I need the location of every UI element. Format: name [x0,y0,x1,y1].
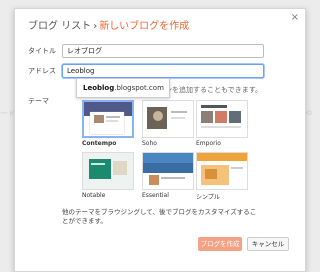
theme-simple[interactable]: シンプル [196,152,248,201]
theme-preview [82,152,134,190]
suggestion-name: Leoblog [83,84,115,92]
address-suggestion[interactable]: Leoblog.blogspot.com [76,78,170,98]
close-icon[interactable]: × [291,12,299,23]
theme-name: Notable [82,192,106,199]
breadcrumb-separator: › [93,21,98,32]
address-hint: インを追加することもできます。 [158,86,263,94]
title-label: タイトル [28,47,56,55]
dialog-title: ブログ リスト › 新しいブログを作成 [28,17,189,32]
theme-preview [82,100,134,138]
address-label: アドレス [28,67,56,75]
theme-name: Essential [142,192,169,199]
suggestion-domain: .blogspot.com [114,84,164,92]
theme-emporio[interactable]: Emporio [196,100,248,147]
create-blog-button[interactable]: ブログを作成 [198,237,242,251]
theme-contempo[interactable]: Contempo [82,100,134,147]
theme-name: Soho [142,140,157,147]
theme-name: Emporio [196,140,221,147]
page-title: 新しいブログを作成 [99,21,190,32]
theme-notable[interactable]: Notable [82,152,134,199]
address-field[interactable]: Leoblog [62,64,264,78]
theme-name: シンプル [196,194,220,201]
theme-preview [196,152,248,190]
theme-soho[interactable]: Soho [142,100,194,147]
theme-label: テーマ [28,97,49,105]
theme-preview [142,100,194,138]
theme-name: Contempo [82,140,117,147]
theme-essential[interactable]: Essential [142,152,194,199]
cancel-button[interactable]: キャンセル [247,237,289,251]
theme-preview [196,100,248,138]
footer-hint: 他のテーマをブラウジングして、後でブログをカスタマイズすることができます。 [62,208,257,225]
breadcrumb-blog-list[interactable]: ブログ リスト [28,21,91,32]
title-field[interactable]: レオブログ [62,44,264,58]
theme-preview [142,152,194,190]
